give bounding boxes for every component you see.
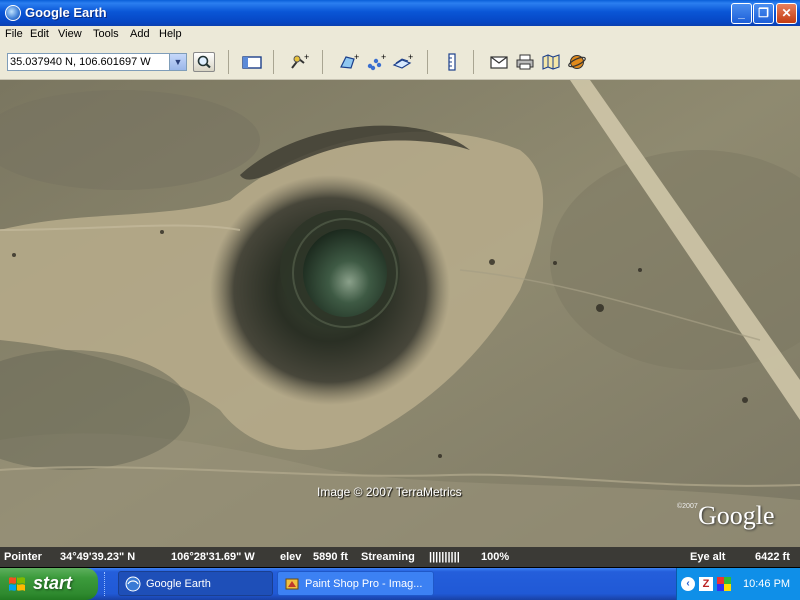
- toolbar-divider: [473, 50, 474, 74]
- title-bar: Google Earth _ ❐ ✕: [0, 0, 800, 26]
- eye-alt-value: 6422 ft: [755, 551, 790, 563]
- pointer-label: Pointer: [4, 551, 42, 563]
- streaming-percent: 100%: [481, 551, 510, 563]
- taskbar-item-label: Google Earth: [146, 578, 211, 590]
- start-label: start: [33, 573, 73, 593]
- svg-text:+: +: [354, 52, 359, 62]
- toolbar-divider: [427, 50, 428, 74]
- taskbar-item-label: Paint Shop Pro - Imag...: [305, 578, 423, 590]
- taskbar-item-google-earth[interactable]: Google Earth: [118, 571, 273, 596]
- search-input[interactable]: [8, 54, 170, 70]
- sidebar-toggle-button[interactable]: [241, 52, 263, 72]
- add-polygon-button[interactable]: +: [338, 52, 360, 72]
- sidebar-icon: [242, 56, 262, 69]
- google-earth-icon: [5, 5, 21, 21]
- planet-icon: [568, 55, 586, 69]
- search-box: ▼: [7, 53, 187, 71]
- menu-help[interactable]: Help: [159, 28, 182, 40]
- pointer-latitude: 34°49'39.23" N: [60, 551, 136, 563]
- svg-text:+: +: [304, 52, 309, 62]
- add-path-button[interactable]: +: [365, 52, 387, 72]
- windows-flag-icon: [9, 577, 25, 591]
- taskbar-grip: [104, 572, 108, 596]
- add-placemark-button[interactable]: +: [288, 52, 310, 72]
- email-icon: [490, 56, 508, 69]
- start-button[interactable]: start: [0, 568, 98, 600]
- clock[interactable]: 10:46 PM: [743, 578, 790, 590]
- imagery-attribution: Image © 2007 TerraMetrics: [317, 485, 462, 499]
- streaming-progress: ||||||||||: [429, 551, 460, 563]
- earth-view[interactable]: Image © 2007 TerraMetrics ©2007 Google: [0, 80, 800, 547]
- toolbar-divider: [273, 50, 274, 74]
- paint-shop-pro-icon: [285, 578, 299, 590]
- search-icon: [197, 55, 211, 69]
- print-button[interactable]: [514, 52, 536, 72]
- image-overlay-icon: +: [392, 52, 413, 69]
- menu-edit[interactable]: Edit: [30, 28, 49, 40]
- toolbar-divider: [228, 50, 229, 74]
- svg-text:+: +: [381, 52, 386, 62]
- logo-copyright: ©2007: [677, 503, 698, 510]
- toolbar-divider: [322, 50, 323, 74]
- google-maps-button[interactable]: [540, 52, 562, 72]
- system-tray: ‹ Z 10:46 PM: [676, 568, 800, 600]
- window-title: Google Earth: [25, 5, 107, 20]
- zonealarm-icon[interactable]: Z: [699, 577, 713, 591]
- streaming-label: Streaming: [361, 551, 415, 563]
- google-logo: Google: [698, 501, 775, 530]
- google-earth-icon: [125, 576, 141, 592]
- menu-view[interactable]: View: [58, 28, 82, 40]
- ruler-icon: [448, 53, 456, 71]
- svg-text:+: +: [408, 52, 413, 62]
- toolbar: ▼ + + +: [0, 44, 800, 80]
- print-icon: [516, 54, 534, 70]
- taskbar-item-paint-shop-pro[interactable]: Paint Shop Pro - Imag...: [277, 571, 434, 596]
- network-icon[interactable]: [717, 577, 731, 591]
- sky-switch-button[interactable]: [566, 52, 588, 72]
- status-bar: Pointer 34°49'39.23" N 106°28'31.69" W e…: [0, 547, 800, 567]
- close-button[interactable]: ✕: [776, 3, 797, 24]
- search-button[interactable]: [193, 52, 215, 72]
- tray-expand-icon[interactable]: ‹: [681, 577, 695, 591]
- minimize-button[interactable]: _: [731, 3, 752, 24]
- path-icon: +: [367, 52, 386, 71]
- pointer-longitude: 106°28'31.69" W: [171, 551, 255, 563]
- map-icon: [542, 54, 560, 70]
- placemark-icon: +: [291, 52, 309, 69]
- menu-file[interactable]: File: [5, 28, 23, 40]
- menu-add[interactable]: Add: [130, 28, 150, 40]
- ruler-button[interactable]: [441, 52, 463, 72]
- maximize-button[interactable]: ❐: [753, 3, 774, 24]
- eye-alt-label: Eye alt: [690, 551, 726, 563]
- menu-tools[interactable]: Tools: [93, 28, 119, 40]
- satellite-imagery: [0, 80, 800, 547]
- elevation-value: 5890 ft: [313, 551, 348, 563]
- email-button[interactable]: [488, 52, 510, 72]
- taskbar: start Google Earth Paint Shop Pro - Imag…: [0, 568, 800, 600]
- menu-bar: File Edit View Tools Add Help: [0, 26, 800, 44]
- chevron-down-icon[interactable]: ▼: [169, 54, 186, 70]
- elevation-label: elev: [280, 551, 302, 563]
- add-image-overlay-button[interactable]: +: [392, 52, 414, 72]
- polygon-icon: +: [340, 52, 359, 69]
